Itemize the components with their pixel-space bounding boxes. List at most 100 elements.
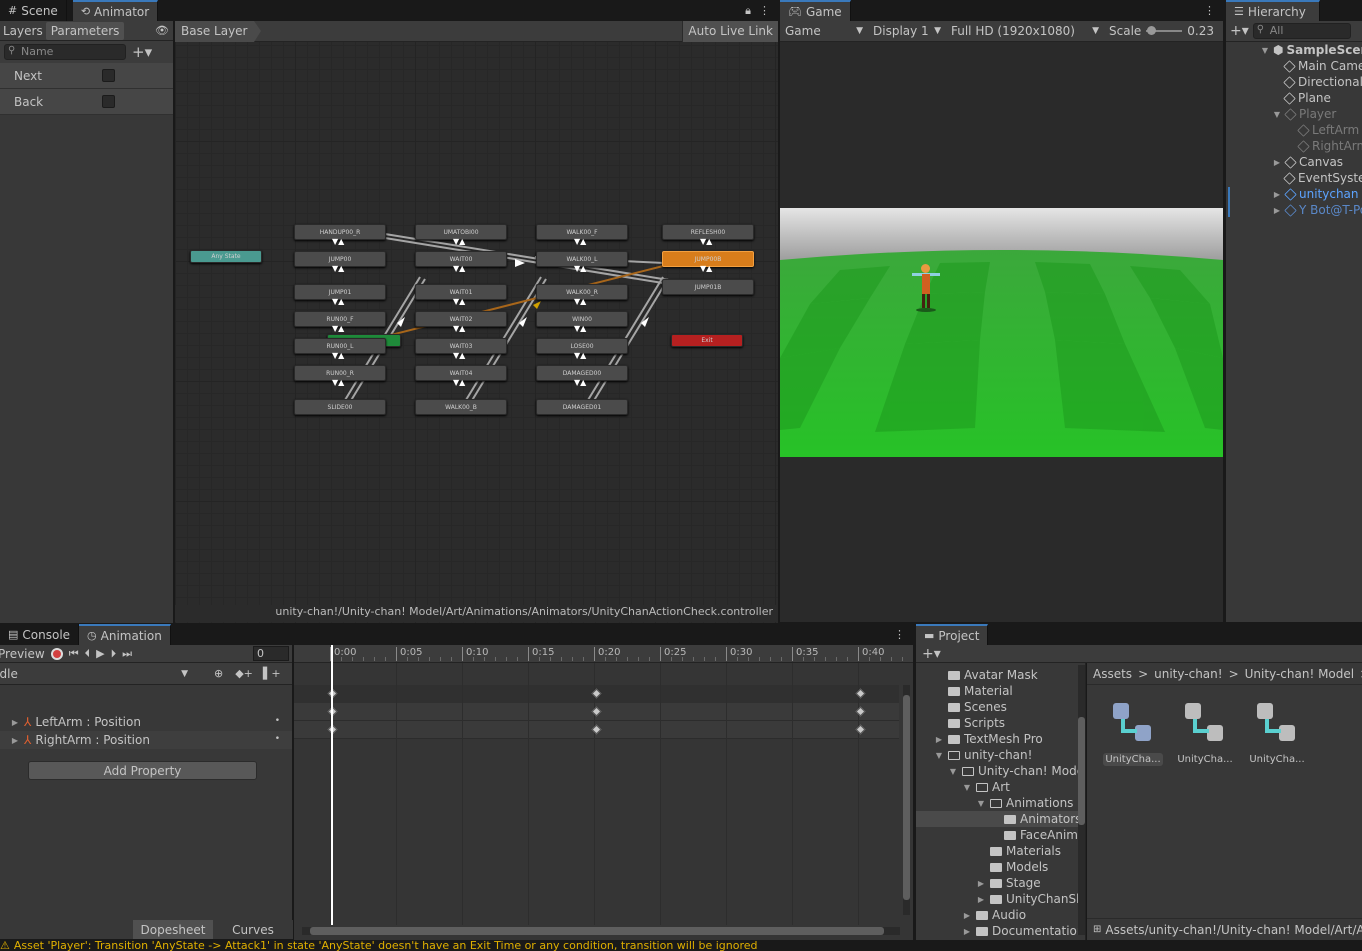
first-key-icon[interactable]: ⏮ (69, 647, 79, 661)
add-event-icon[interactable]: ▌+ (263, 667, 281, 680)
last-key-icon[interactable]: ⏭ (122, 647, 132, 661)
hierarchy-search-input[interactable]: ⚲ All (1252, 23, 1351, 39)
folder-item[interactable]: ▶UnityChanShader (976, 891, 1085, 907)
preview-button[interactable]: Preview (0, 645, 45, 663)
resolution-dropdown[interactable]: Full HD (1920x1080) ▼ (946, 22, 1104, 40)
property-row[interactable]: ▶ ⅄ RightArm : Position • (0, 731, 292, 749)
parameters-tab[interactable]: Parameters (45, 21, 125, 40)
param-checkbox[interactable] (102, 69, 115, 82)
curves-button[interactable]: Curves (213, 920, 293, 939)
vertical-scrollbar[interactable] (903, 685, 910, 915)
hierarchy-item[interactable]: ▶ unitychan (1272, 186, 1359, 202)
breadcrumb-item[interactable]: Unity-chan! Model (1245, 667, 1354, 681)
expand-arrow-icon[interactable]: ▼ (948, 767, 958, 776)
hierarchy-item[interactable]: ▶ Canvas (1272, 154, 1343, 170)
hierarchy-item[interactable]: EventSystem (1283, 170, 1362, 186)
asset-tile[interactable]: UnityCha... (1103, 701, 1163, 766)
clip-dropdown[interactable]: Idle▼ (0, 665, 192, 683)
horizontal-scrollbar[interactable] (302, 927, 900, 935)
expand-arrow-icon[interactable]: ▶ (1272, 206, 1282, 215)
param-row[interactable]: Back (0, 89, 173, 115)
more-icon[interactable]: ⋮ (759, 0, 770, 21)
folder-item[interactable]: ▶ Documentation (962, 923, 1085, 939)
state-node[interactable]: SLIDE00 (294, 399, 386, 415)
frame-input[interactable]: 0 (253, 646, 289, 661)
time-ruler[interactable]: 0:00 0:05 0:10 0:15 0:20 0:25 0:30 0:35 0:40 (294, 645, 913, 663)
tab-animator[interactable]: ⟲ Animator (72, 0, 159, 21)
hierarchy-item[interactable]: Main Camera (1283, 58, 1362, 74)
unitychan-character[interactable] (912, 264, 940, 312)
add-icon[interactable]: +▾ (1230, 23, 1249, 39)
tab-hierarchy[interactable]: ☰ Hierarchy (1226, 0, 1320, 21)
hierarchy-item[interactable]: LeftArm (1297, 122, 1359, 138)
folder-item[interactable]: Models (990, 859, 1048, 875)
param-checkbox[interactable] (102, 95, 115, 108)
record-icon[interactable] (50, 647, 63, 660)
expand-arrow-icon[interactable]: ▶ (10, 736, 20, 745)
hierarchy-item[interactable]: Directional Light (1283, 74, 1362, 90)
expand-arrow-icon[interactable]: ▼ (976, 799, 986, 808)
folder-item[interactable]: ▶ Audio (962, 907, 1026, 923)
tab-project[interactable]: ▬ Project (916, 624, 988, 645)
layers-tab[interactable]: Layers (0, 22, 46, 40)
expand-arrow-icon[interactable]: ▶ (1272, 190, 1282, 199)
prev-key-icon[interactable]: ⏴ (85, 647, 91, 661)
state-node[interactable]: JUMP01B (662, 279, 754, 295)
eye-icon[interactable]: 👁︎ (155, 24, 169, 37)
expand-arrow-icon[interactable]: ▶ (962, 911, 972, 920)
display-dropdown[interactable]: Display 1 ▼ (868, 22, 946, 40)
tab-scene[interactable]: # Scene (0, 0, 67, 21)
parameter-search-input[interactable]: ⚲ Name (4, 44, 126, 60)
folder-item[interactable]: Avatar Mask (948, 667, 1038, 683)
folder-item[interactable]: Animators (1004, 811, 1081, 827)
status-bar[interactable]: ⚠ Asset 'Player': Transition 'AnyState -… (0, 940, 1362, 951)
lock-icon[interactable]: 🔒︎ (745, 0, 751, 21)
tab-animation[interactable]: ◷ Animation (79, 624, 171, 645)
target-icon[interactable]: ⊕ (214, 667, 223, 680)
property-options-icon[interactable]: • (275, 734, 280, 744)
tab-game[interactable]: 🎮︎ Game (780, 0, 851, 21)
game-mode-dropdown[interactable]: Game ▼ (780, 22, 868, 40)
expand-arrow-icon[interactable]: ▼ (1272, 110, 1282, 119)
next-key-icon[interactable]: ⏵ (111, 647, 117, 661)
add-icon[interactable]: +▾ (922, 646, 941, 662)
state-node[interactable]: WALK00_B (415, 399, 507, 415)
param-row[interactable]: Next (0, 63, 173, 89)
game-view[interactable] (780, 42, 1223, 622)
asset-tile[interactable]: UnityCha... (1247, 701, 1307, 766)
any-state-node[interactable]: Any State (190, 250, 262, 263)
folder-scrollbar[interactable] (1078, 665, 1085, 935)
more-icon[interactable]: ⋮ (1204, 0, 1215, 21)
slider-thumb[interactable] (1147, 26, 1157, 35)
hierarchy-item[interactable]: RightArm (1297, 138, 1362, 154)
hierarchy-item[interactable]: Plane (1283, 90, 1331, 106)
property-options-icon[interactable]: • (275, 716, 280, 726)
tab-console[interactable]: ▤ Console (0, 624, 80, 645)
expand-arrow-icon[interactable]: ▶ (976, 895, 986, 904)
folder-item[interactable]: ▼ unity-chan! (934, 747, 1033, 763)
folder-item[interactable]: Material (948, 683, 1013, 699)
animator-graph[interactable]: Base Layer Auto Live Link Any State Exit… (175, 21, 778, 623)
expand-arrow-icon[interactable]: ▼ (962, 783, 972, 792)
expand-arrow-icon[interactable]: ▶ (934, 735, 944, 744)
folder-item[interactable]: Materials (990, 843, 1061, 859)
add-property-button[interactable]: Add Property (28, 761, 257, 780)
folder-item[interactable]: ▼ Unity-chan! Model (948, 763, 1085, 779)
folder-item[interactable]: Scripts (948, 715, 1005, 731)
scene-root[interactable]: ▼⬢SampleScene (1260, 42, 1362, 58)
folder-item[interactable]: ▶ Stage (976, 875, 1041, 891)
breadcrumb-item[interactable]: unity-chan! (1154, 667, 1222, 681)
add-keyframe-icon[interactable]: ◆+ (235, 667, 253, 680)
expand-arrow-icon[interactable]: ▶ (1272, 158, 1282, 167)
state-node[interactable]: DAMAGED01 (536, 399, 628, 415)
folder-item[interactable]: ▼ Animations (976, 795, 1074, 811)
asset-tile[interactable]: UnityCha... (1175, 701, 1235, 766)
scale-slider[interactable] (1146, 26, 1183, 35)
dopesheet-area[interactable]: 0:00 0:05 0:10 0:15 0:20 0:25 0:30 0:35 0:40 (294, 645, 913, 940)
property-row[interactable]: ▶ ⅄ LeftArm : Position • (0, 713, 292, 731)
more-icon[interactable]: ⋮ (894, 624, 905, 645)
hierarchy-item[interactable]: ▶Y Bot@T-Pose (1272, 202, 1362, 218)
hierarchy-item[interactable]: ▼ Player (1272, 106, 1336, 122)
folder-item[interactable]: FaceAnimation (1004, 827, 1085, 843)
expand-arrow-icon[interactable]: ▶ (976, 879, 986, 888)
